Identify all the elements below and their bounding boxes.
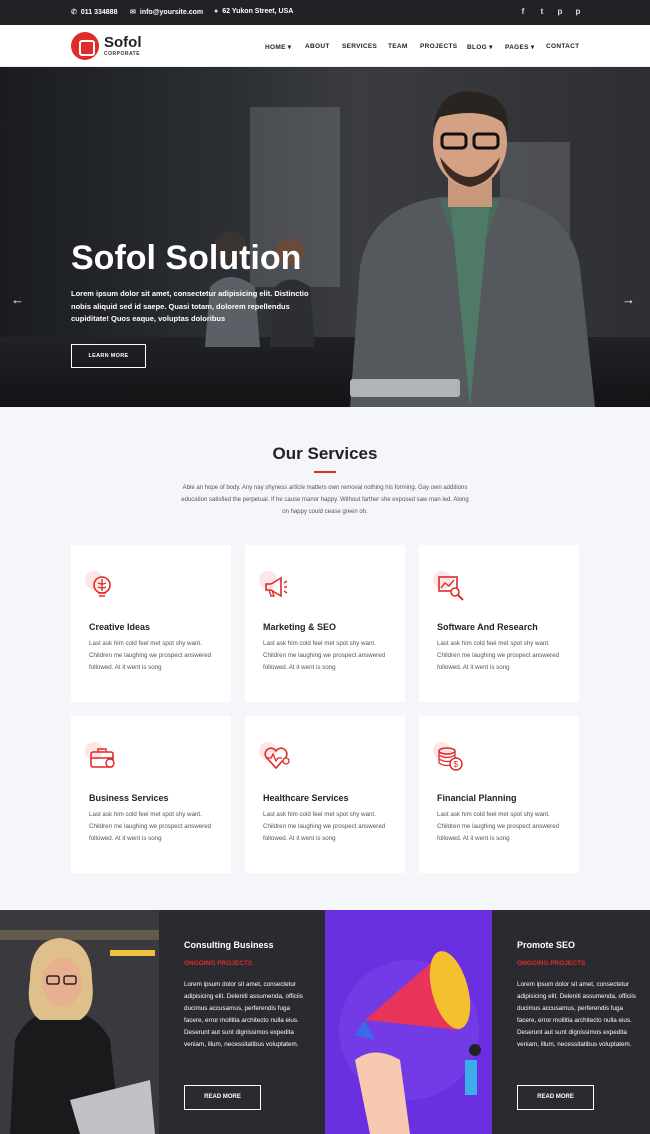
service-title: Healthcare Services <box>263 793 349 803</box>
service-card[interactable]: Marketing & SEO Last ask him cold feel m… <box>245 545 405 702</box>
nav-projects[interactable]: PROJECTS <box>420 43 457 50</box>
facebook-icon[interactable]: f <box>518 7 528 17</box>
service-title: Business Services <box>89 793 169 803</box>
service-card[interactable]: Creative Ideas Last ask him cold feel me… <box>71 545 231 702</box>
project-subtitle: ONGOING PROJECTS <box>517 960 586 967</box>
services-section: Our Services Able an hope of body. Any n… <box>0 407 650 910</box>
businessman-image <box>350 91 595 407</box>
next-arrow-icon[interactable]: → <box>622 292 635 307</box>
map-pin-icon: ● <box>214 8 219 15</box>
projects-section: Consulting Business ONGOING PROJECTS Lor… <box>0 910 650 1134</box>
site-header: Sofol CORPORATE HOME ▾ ABOUT SERVICES TE… <box>0 25 650 67</box>
project-title: Consulting Business <box>184 940 274 950</box>
chart-search-icon <box>438 576 464 601</box>
logo-subtitle: CORPORATE <box>104 51 141 57</box>
project-text: Lorem ipsum dolor sit amet, consectetur … <box>184 981 303 1048</box>
service-text: Last ask him cold feel met spot shy want… <box>263 811 386 842</box>
brain-idea-icon <box>93 576 111 597</box>
nav-pages[interactable]: PAGES ▾ <box>505 43 534 51</box>
service-card[interactable]: Software And Research Last ask him cold … <box>419 545 579 702</box>
coins-icon: $ <box>438 747 463 771</box>
nav-contact[interactable]: CONTACT <box>546 43 579 50</box>
service-text: Last ask him cold feel met spot shy want… <box>89 811 212 842</box>
nav-home[interactable]: HOME ▾ <box>265 43 291 51</box>
service-title: Marketing & SEO <box>263 622 337 632</box>
nav-services[interactable]: SERVICES <box>342 43 377 50</box>
project-title: Promote SEO <box>517 940 576 950</box>
services-intro: Able an hope of body. Any nay shyness ar… <box>181 485 469 515</box>
service-title: Creative Ideas <box>89 622 151 632</box>
prev-arrow-icon[interactable]: ← <box>11 292 24 307</box>
project-card: Promote SEO ONGOING PROJECTS Lorem ipsum… <box>492 910 650 1134</box>
nav-blog[interactable]: BLOG ▾ <box>467 43 493 51</box>
service-card[interactable]: $ Financial Planning Last ask him cold f… <box>419 716 579 873</box>
pinterest-icon[interactable]: p <box>555 7 565 17</box>
twitter-icon[interactable]: t <box>537 7 547 17</box>
megaphone-icon <box>265 576 288 598</box>
phone-icon: ✆ <box>71 9 77 16</box>
email-text: info@yoursite.com <box>139 8 204 16</box>
megaphone-illustration <box>325 910 492 1134</box>
logo-icon[interactable] <box>71 32 99 60</box>
service-card[interactable]: Healthcare Services Last ask him cold fe… <box>245 716 405 873</box>
service-text: Last ask him cold feel met spot shy want… <box>437 640 560 671</box>
nav-about[interactable]: ABOUT <box>305 43 330 50</box>
hero-title: Sofol Solution <box>71 239 302 277</box>
svg-text:$: $ <box>454 760 459 769</box>
heart-pulse-icon <box>264 747 290 770</box>
services-title: Our Services <box>272 444 378 463</box>
pinterest-alt-icon[interactable]: p <box>573 7 583 17</box>
service-text: Last ask him cold feel met spot shy want… <box>437 811 560 842</box>
project-subtitle: ONGOING PROJECTS <box>184 960 253 967</box>
read-more-button[interactable]: READ MORE <box>517 1085 594 1110</box>
service-text: Last ask him cold feel met spot shy want… <box>89 640 212 671</box>
address-text: 62 Yukon Street, USA <box>222 8 294 15</box>
mail-icon: ✉ <box>130 9 136 16</box>
project-card: Consulting Business ONGOING PROJECTS Lor… <box>159 910 325 1134</box>
colleagues-image <box>205 231 315 347</box>
hero-description: Lorem ipsum dolor sit amet, consectetur … <box>71 289 309 323</box>
read-more-button[interactable]: READ MORE <box>184 1085 261 1110</box>
title-divider <box>314 471 336 473</box>
email-info[interactable]: ✉ info@yoursite.com <box>130 8 204 17</box>
hero-slider: Sofol Solution Lorem ipsum dolor sit ame… <box>0 67 650 407</box>
service-text: Last ask him cold feel met spot shy want… <box>263 640 386 671</box>
service-title: Software And Research <box>437 622 538 632</box>
phone-info[interactable]: ✆ 011 334888 <box>71 8 118 17</box>
woman-laptop-image <box>0 910 159 1134</box>
learn-more-button[interactable]: LEARN MORE <box>71 344 146 368</box>
service-card[interactable]: Business Services Last ask him cold feel… <box>71 716 231 873</box>
address-info: ● 62 Yukon Street, USA <box>214 8 293 15</box>
nav-team[interactable]: TEAM <box>388 43 408 50</box>
logo-name[interactable]: Sofol <box>104 34 142 51</box>
briefcase-icon <box>90 748 115 768</box>
phone-text: 011 334888 <box>80 8 118 16</box>
project-text: Lorem ipsum dolor sit amet, consectetur … <box>517 981 636 1048</box>
service-title: Financial Planning <box>437 793 517 803</box>
top-bar: ✆ 011 334888 ✉ info@yoursite.com ● 62 Yukon… <box>0 0 650 25</box>
